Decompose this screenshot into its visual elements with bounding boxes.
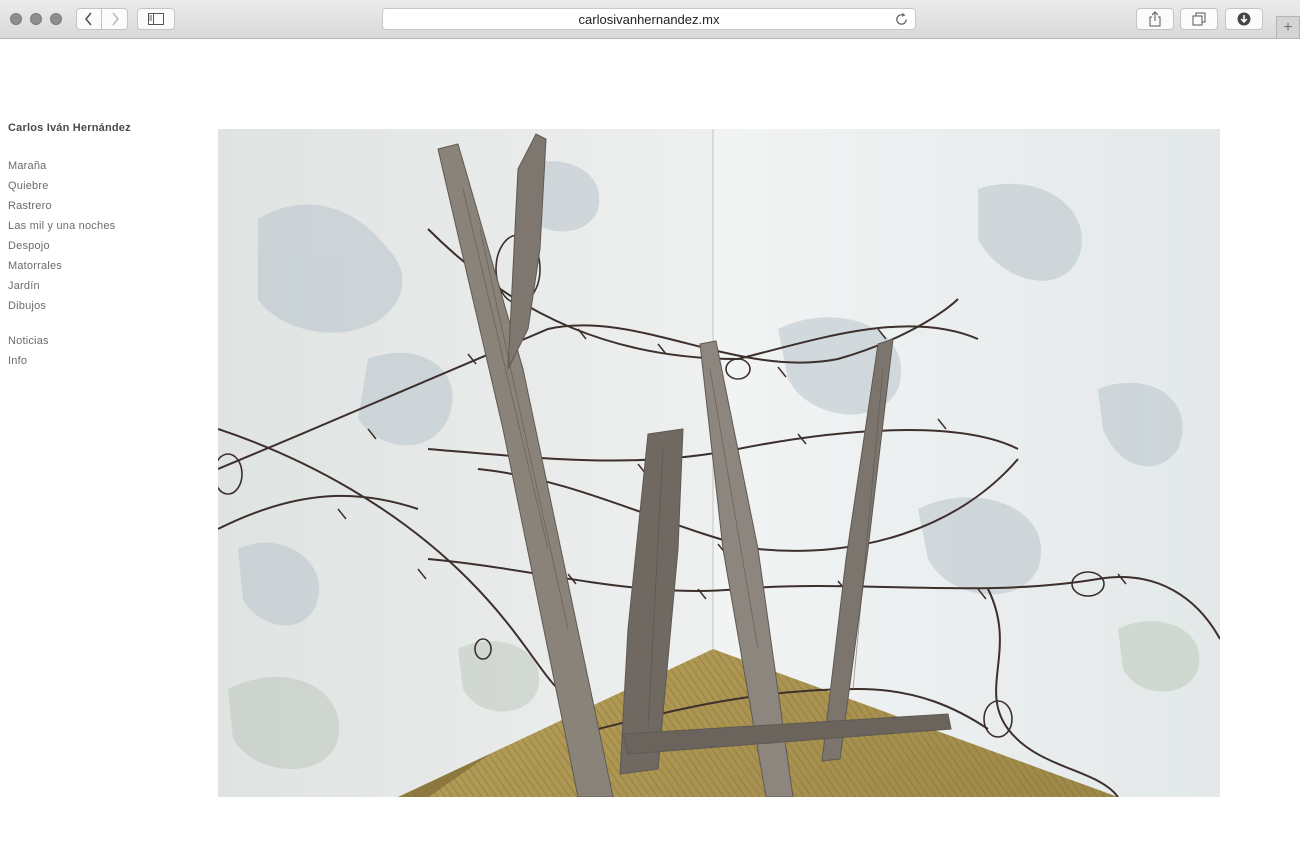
- download-icon: [1237, 12, 1251, 26]
- minimize-window-button[interactable]: [30, 13, 42, 25]
- site-sidebar: Carlos Iván Hernández Maraña Quiebre Ras…: [8, 121, 198, 371]
- site-title[interactable]: Carlos Iván Hernández: [8, 121, 198, 135]
- share-button[interactable]: [1136, 8, 1174, 30]
- show-tabs-button[interactable]: [1180, 8, 1218, 30]
- downloads-button[interactable]: [1225, 8, 1263, 30]
- secondary-menu: Noticias Info: [8, 331, 198, 371]
- forward-button[interactable]: [102, 8, 128, 30]
- browser-toolbar: carlosivanhernandez.mx +: [0, 0, 1300, 39]
- history-nav: [76, 8, 129, 30]
- zoom-window-button[interactable]: [50, 13, 62, 25]
- address-bar[interactable]: carlosivanhernandez.mx: [382, 8, 916, 30]
- installation-illustration: [218, 129, 1220, 797]
- close-window-button[interactable]: [10, 13, 22, 25]
- tabs-overview-icon: [1192, 12, 1206, 26]
- nav-link-despojo[interactable]: Despojo: [8, 236, 198, 256]
- new-tab-button[interactable]: +: [1276, 16, 1300, 38]
- nav-link-info[interactable]: Info: [8, 351, 198, 371]
- share-icon: [1149, 11, 1161, 27]
- nav-link-noticias[interactable]: Noticias: [8, 331, 198, 351]
- url-text: carlosivanhernandez.mx: [578, 11, 720, 27]
- chevron-right-icon: [111, 12, 119, 26]
- back-button[interactable]: [76, 8, 102, 30]
- sidebar-toggle-button[interactable]: [137, 8, 175, 30]
- nav-link-rastrero[interactable]: Rastrero: [8, 196, 198, 216]
- projects-menu: Maraña Quiebre Rastrero Las mil y una no…: [8, 156, 198, 316]
- sidebar-icon: [148, 13, 164, 25]
- nav-link-las-mil-y-una-noches[interactable]: Las mil y una noches: [8, 216, 198, 236]
- plus-icon: +: [1283, 18, 1293, 36]
- artwork-photo[interactable]: [218, 129, 1220, 797]
- reload-icon[interactable]: [894, 12, 909, 27]
- chevron-left-icon: [84, 12, 92, 26]
- nav-link-marana[interactable]: Maraña: [8, 156, 198, 176]
- nav-link-dibujos[interactable]: Dibujos: [8, 296, 198, 316]
- nav-link-quiebre[interactable]: Quiebre: [8, 176, 198, 196]
- nav-link-matorrales[interactable]: Matorrales: [8, 256, 198, 276]
- nav-link-jardin[interactable]: Jardín: [8, 276, 198, 296]
